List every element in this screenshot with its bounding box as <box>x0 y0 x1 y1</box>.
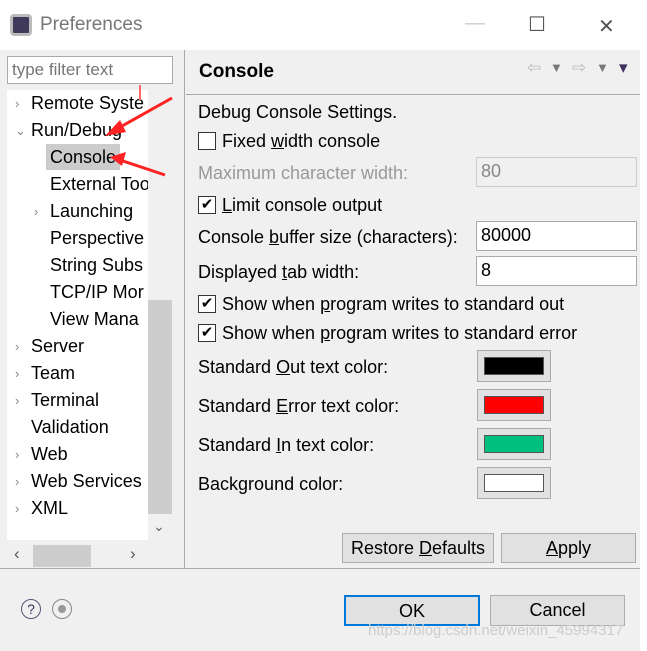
import-export-icon[interactable] <box>52 599 72 619</box>
buffer-size-label: Console buffer size (characters): <box>198 227 458 247</box>
chevron-down-icon[interactable]: ⌄ <box>15 123 26 139</box>
scroll-down-icon[interactable]: ⌄ <box>153 518 165 535</box>
show-err-checkbox[interactable]: ✔ <box>198 324 216 342</box>
help-icon[interactable]: ? <box>21 599 41 619</box>
color-picker-button[interactable] <box>477 389 551 421</box>
tree-item[interactable]: Validation <box>27 414 113 440</box>
title-bar: Preferences — ☐ ✕ <box>0 0 647 50</box>
tab-width-label: Displayed tab width: <box>198 262 360 282</box>
fixed-width-label: Fixed width console <box>222 131 381 151</box>
filter-input[interactable] <box>7 56 173 84</box>
color-label: Standard Error text color: <box>198 396 400 416</box>
limit-output-label: Limit console output <box>222 195 383 215</box>
color-swatch <box>484 474 544 492</box>
maximize-button[interactable]: ☐ <box>528 12 546 37</box>
tree-item[interactable]: Perspective <box>46 225 148 251</box>
tree-hscroll-thumb[interactable] <box>33 545 91 567</box>
minimize-button[interactable]: — <box>465 12 485 35</box>
color-label: Background color: <box>198 474 344 494</box>
watermark: https://blog.csdn.net/weixin_45994317 <box>368 622 624 639</box>
max-width-input[interactable]: 80 <box>476 157 637 187</box>
color-swatch <box>484 357 544 375</box>
eclipse-icon <box>10 14 32 36</box>
tree-item[interactable]: TCP/IP Mor <box>46 279 148 305</box>
tree-item[interactable]: Console <box>46 144 121 170</box>
buffer-size-input[interactable]: 80000 <box>476 221 637 251</box>
tab-width-input[interactable]: 8 <box>476 256 637 286</box>
color-label: Standard Out text color: <box>198 357 389 377</box>
chevron-right-icon[interactable]: › <box>15 447 19 462</box>
close-button[interactable]: ✕ <box>598 14 615 39</box>
tree-item[interactable]: Web <box>27 441 72 467</box>
color-swatch <box>484 435 544 453</box>
fixed-width-checkbox[interactable] <box>198 132 216 150</box>
show-out-label: Show when program writes to standard out <box>222 294 565 314</box>
color-swatch <box>484 396 544 414</box>
chevron-right-icon[interactable]: › <box>15 96 19 111</box>
tree-item[interactable]: String Subs <box>46 252 147 278</box>
tree-item[interactable]: XML <box>27 495 72 521</box>
window-title: Preferences <box>40 14 143 35</box>
tree-item[interactable]: Launching <box>46 198 137 224</box>
forward-icon[interactable]: ⇨ <box>572 58 586 78</box>
chevron-right-icon[interactable]: › <box>15 501 19 516</box>
sash[interactable] <box>184 50 185 568</box>
show-out-checkbox[interactable]: ✔ <box>198 295 216 313</box>
chevron-right-icon[interactable]: › <box>34 204 38 219</box>
limit-output-checkbox[interactable]: ✔ <box>198 196 216 214</box>
tree-item[interactable]: Server <box>27 333 88 359</box>
tree-item[interactable]: View Mana <box>46 306 143 332</box>
tree-vscroll-thumb[interactable] <box>148 300 172 514</box>
view-menu-icon[interactable]: ▾ <box>619 58 628 78</box>
back-icon[interactable]: ⇦ <box>527 58 541 78</box>
chevron-right-icon[interactable]: › <box>15 366 19 381</box>
chevron-right-icon[interactable]: › <box>15 474 19 489</box>
color-picker-button[interactable] <box>477 428 551 460</box>
color-label: Standard In text color: <box>198 435 375 455</box>
footer-divider <box>0 568 640 569</box>
chevron-right-icon[interactable]: › <box>15 339 19 354</box>
color-picker-button[interactable] <box>477 350 551 382</box>
scroll-left-icon[interactable]: ‹ <box>14 544 20 564</box>
tree-item[interactable]: Web Services <box>27 468 146 494</box>
restore-defaults-button[interactable]: Restore Defaults <box>342 533 494 563</box>
tree-item[interactable]: External Too <box>46 171 148 197</box>
section-label: Debug Console Settings. <box>198 102 398 122</box>
tree-item[interactable]: Run/Debug <box>27 117 126 143</box>
tree-item[interactable]: Remote Syste <box>27 90 148 116</box>
max-width-label: Maximum character width: <box>198 163 409 183</box>
page-title: Console <box>199 61 274 82</box>
forward-menu-icon[interactable]: ▼ <box>596 60 609 75</box>
tree-item[interactable]: Team <box>27 360 79 386</box>
scroll-right-icon[interactable]: › <box>130 544 136 564</box>
show-err-label: Show when program writes to standard err… <box>222 323 578 343</box>
chevron-right-icon[interactable]: › <box>15 393 19 408</box>
preference-tree: › Remote Syste ⌄ Run/Debug Console External T… <box>7 90 148 540</box>
back-menu-icon[interactable]: ▼ <box>550 60 563 75</box>
color-picker-button[interactable] <box>477 467 551 499</box>
apply-button[interactable]: Apply <box>501 533 636 563</box>
tree-item[interactable]: Terminal <box>27 387 103 413</box>
